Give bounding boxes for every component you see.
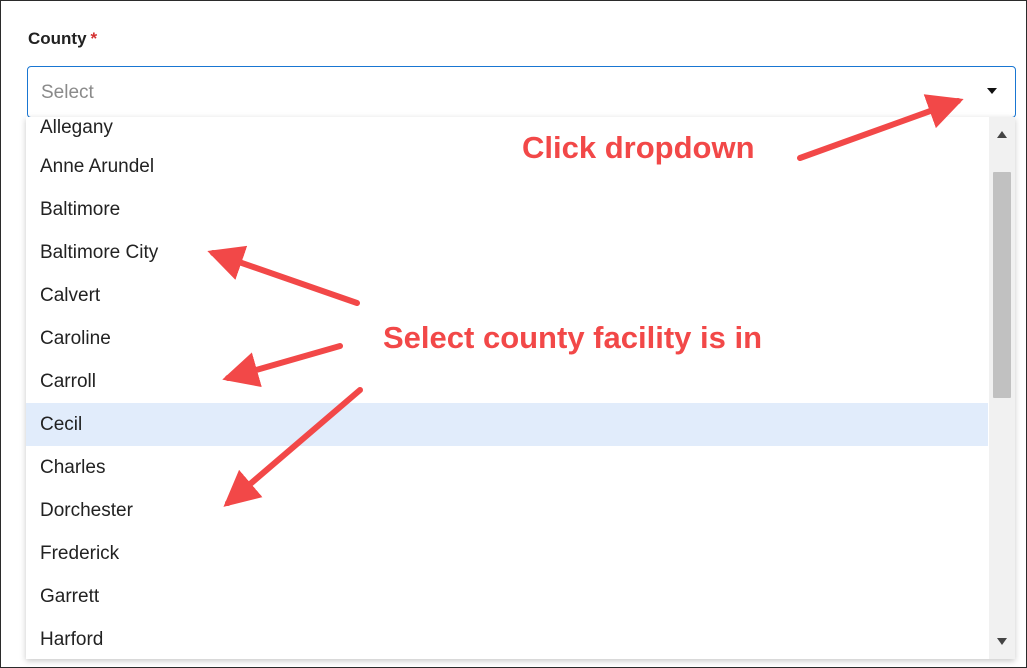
options-list: Allegany Anne Arundel Baltimore Baltimor…: [26, 117, 988, 659]
option-harford[interactable]: Harford: [26, 618, 988, 659]
required-marker: *: [90, 29, 98, 48]
scrollbar-thumb[interactable]: [993, 172, 1011, 398]
dropdown-scrollbar[interactable]: [989, 117, 1015, 659]
option-charles[interactable]: Charles: [26, 446, 988, 489]
county-dropdown-list: Allegany Anne Arundel Baltimore Baltimor…: [26, 117, 1015, 659]
option-garrett[interactable]: Garrett: [26, 575, 988, 618]
scroll-up-arrow-icon[interactable]: [997, 131, 1007, 138]
county-label-text: County: [28, 29, 87, 48]
option-baltimore-city[interactable]: Baltimore City: [26, 231, 988, 274]
annotation-select-county: Select county facility is in: [383, 320, 763, 355]
annotation-click-dropdown: Click dropdown: [522, 130, 755, 165]
option-dorchester[interactable]: Dorchester: [26, 489, 988, 532]
option-calvert[interactable]: Calvert: [26, 274, 988, 317]
option-baltimore[interactable]: Baltimore: [26, 188, 988, 231]
county-field-label: County *: [28, 29, 97, 49]
option-cecil[interactable]: Cecil: [26, 403, 988, 446]
county-select[interactable]: Select: [27, 66, 1016, 118]
option-allegany[interactable]: Allegany: [26, 117, 988, 145]
option-carroll[interactable]: Carroll: [26, 360, 988, 403]
scroll-down-arrow-icon[interactable]: [997, 638, 1007, 645]
select-placeholder: Select: [41, 82, 94, 103]
caret-down-icon[interactable]: [987, 88, 997, 94]
option-anne-arundel[interactable]: Anne Arundel: [26, 145, 988, 188]
option-frederick[interactable]: Frederick: [26, 532, 988, 575]
